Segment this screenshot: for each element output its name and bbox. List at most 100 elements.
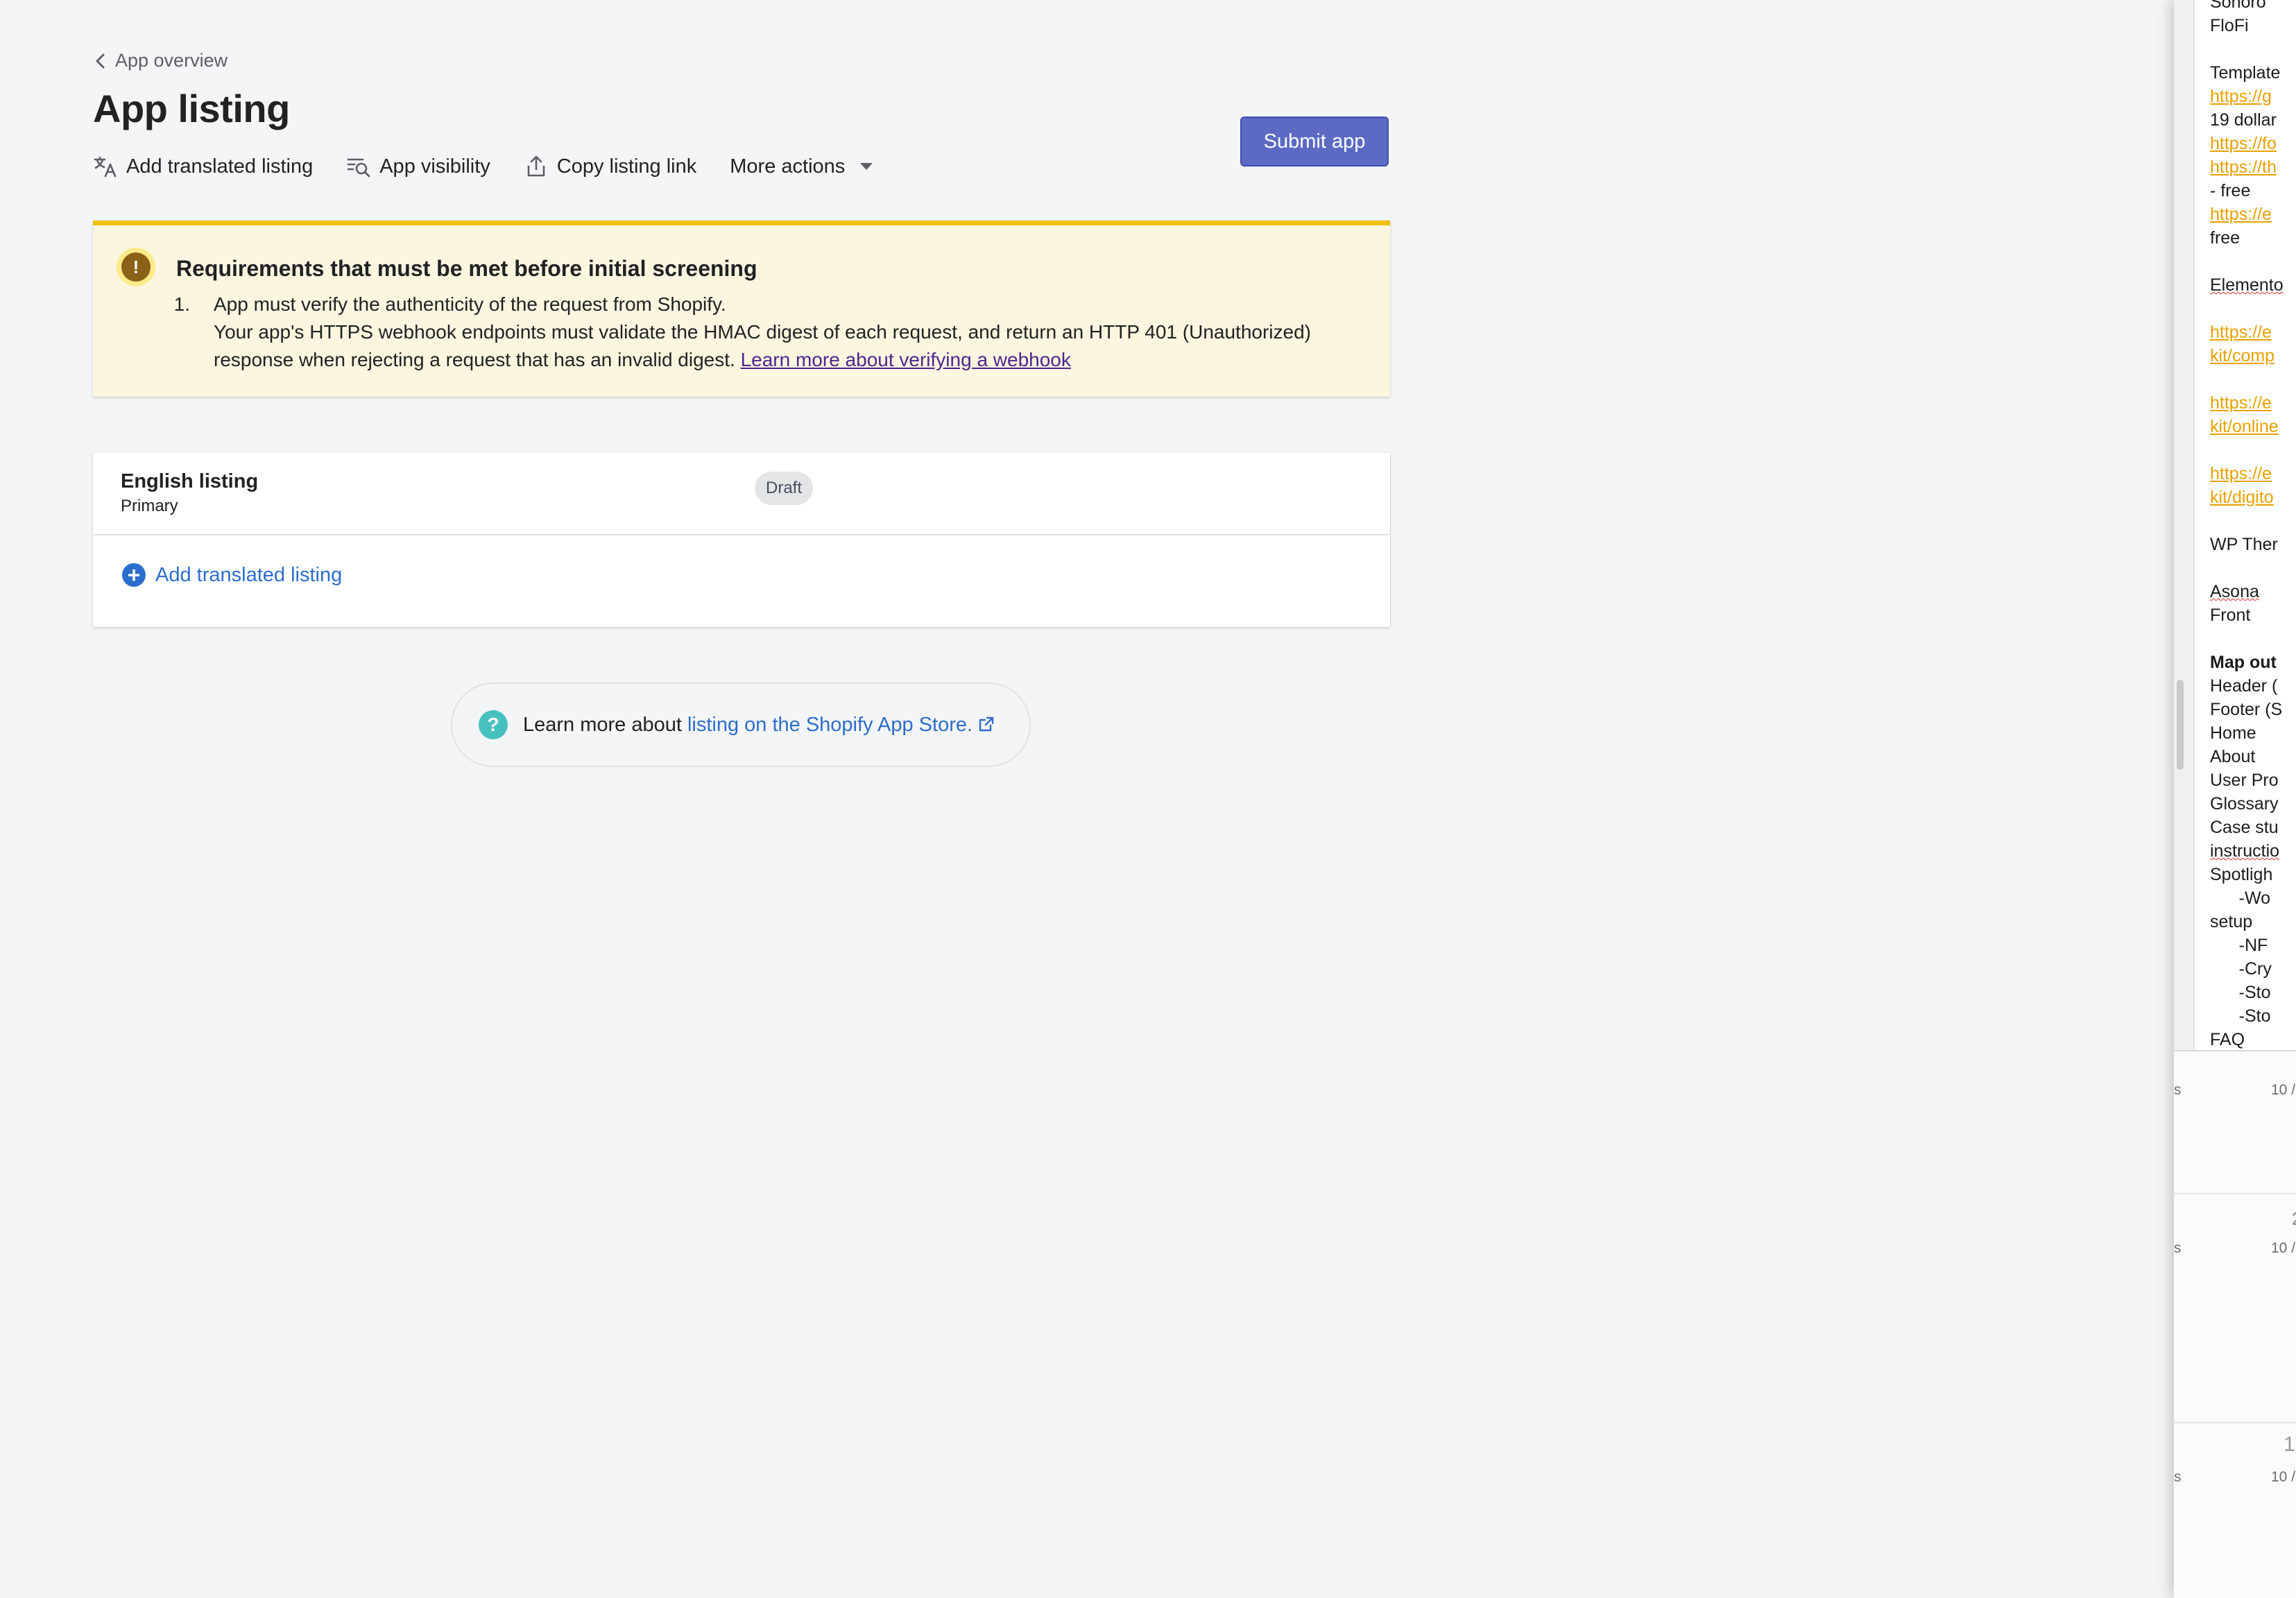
row-label: s xyxy=(2174,1082,2182,1098)
add-translated-listing-label: Add translated listing xyxy=(126,155,314,178)
help-footer: ? Learn more about listing on the Shopif… xyxy=(451,682,1031,767)
document-line: Map out xyxy=(2210,653,2277,672)
app-visibility-label: App visibility xyxy=(379,155,490,178)
document-line: WP Ther xyxy=(2210,535,2278,554)
listings-card: English listing Primary Draft + Add tran… xyxy=(93,452,1390,627)
page-title: App listing xyxy=(93,87,290,130)
english-listing-row[interactable]: English listing Primary Draft xyxy=(93,452,1390,535)
document-line: https://e xyxy=(2210,205,2272,224)
listing-subtitle: Primary xyxy=(121,497,178,515)
document-line: -Wo xyxy=(2210,888,2271,908)
document-line: https://g xyxy=(2210,87,2272,106)
document-line: Home xyxy=(2210,723,2256,743)
listing-name: English listing xyxy=(121,470,259,492)
plus-circle-icon: + xyxy=(122,563,146,587)
document-line: Elemento xyxy=(2210,275,2284,295)
document-line: About xyxy=(2210,747,2256,766)
app-store-listing-link[interactable]: listing on the Shopify App Store. xyxy=(687,714,995,737)
document-line xyxy=(2210,509,2296,533)
row-label: s xyxy=(2174,1469,2182,1485)
requirement-number: 1. xyxy=(173,293,190,315)
question-icon: ? xyxy=(479,710,508,739)
document-line: Template xyxy=(2210,63,2281,83)
document-line xyxy=(2210,438,2296,462)
document-line: setup xyxy=(2210,912,2253,931)
breadcrumb-label: App overview xyxy=(115,50,228,71)
row-divider xyxy=(2174,1193,2296,1194)
document-line: Spotligh xyxy=(2210,865,2273,884)
chevron-left-icon xyxy=(96,53,105,68)
page-actions: Add translated listing App visibility Co… xyxy=(93,154,873,179)
row-label: s xyxy=(2174,1240,2182,1256)
document-line: kit/comp xyxy=(2210,346,2275,366)
document-line: kit/digito xyxy=(2210,488,2274,507)
document-line: https://fo xyxy=(2210,134,2277,153)
document-pane: Sonoro FloFi Template https://g 19 dollar htt… xyxy=(2174,0,2296,1051)
document-line: -NF xyxy=(2210,936,2268,955)
row-date: 10 / xyxy=(2271,1082,2296,1098)
document-line: - free xyxy=(2210,181,2251,200)
document-line: https://e xyxy=(2210,464,2272,483)
row-number: 1( xyxy=(2284,1433,2296,1456)
alert-icon: ! xyxy=(117,248,155,286)
document-line: Glossary xyxy=(2210,794,2279,814)
document-line: free xyxy=(2210,228,2241,248)
document-line xyxy=(2210,627,2296,651)
banner-title: Requirements that must be met before ini… xyxy=(176,256,757,281)
caret-down-icon xyxy=(860,163,873,170)
submit-app-button[interactable]: Submit app xyxy=(1240,117,1389,166)
document-line: 19 dollar xyxy=(2210,110,2277,130)
help-prefix: Learn more about xyxy=(523,713,682,736)
document-line: https://e xyxy=(2210,393,2272,413)
add-translated-listing-link[interactable]: + Add translated listing xyxy=(122,563,342,587)
document-line: https://e xyxy=(2210,323,2272,342)
more-actions-label: More actions xyxy=(730,155,846,178)
document-line: instructio xyxy=(2210,841,2280,861)
document-line xyxy=(2210,297,2296,320)
requirements-banner: ! Requirements that must be met before i… xyxy=(93,221,1390,397)
row-number: 2 xyxy=(2292,1208,2296,1230)
document-line xyxy=(2210,556,2296,580)
document-gutter xyxy=(2174,0,2195,1050)
breadcrumb-app-overview[interactable]: App overview xyxy=(93,50,228,71)
document-line: https://th xyxy=(2210,157,2277,177)
help-link-label: listing on the Shopify App Store. xyxy=(687,713,973,736)
app-visibility-action[interactable]: App visibility xyxy=(346,154,490,179)
document-line xyxy=(2210,368,2296,391)
banner-requirement-item: 1. App must verify the authenticity of t… xyxy=(174,291,1428,374)
copy-listing-link-action[interactable]: Copy listing link xyxy=(524,154,696,179)
row-date: 10 / xyxy=(2271,1240,2296,1256)
more-actions-dropdown[interactable]: More actions xyxy=(730,155,873,178)
status-badge: Draft xyxy=(755,472,814,505)
document-line: Case stu xyxy=(2210,818,2279,837)
document-line: -Sto xyxy=(2210,1006,2271,1026)
document-line: Front xyxy=(2210,605,2251,625)
requirement-heading: App must verify the authenticity of the … xyxy=(214,293,726,315)
add-translated-listing-action[interactable]: Add translated listing xyxy=(93,154,313,179)
document-line: -Sto xyxy=(2210,983,2271,1002)
document-line: -Cry xyxy=(2210,959,2272,979)
add-translated-listing-link-label: Add translated listing xyxy=(155,563,343,586)
overlapping-document-window: Sonoro FloFi Template https://g 19 dollar htt… xyxy=(2174,0,2296,1598)
document-scrollbar[interactable] xyxy=(2177,680,2184,770)
document-line: kit/online xyxy=(2210,417,2279,436)
document-line xyxy=(2210,37,2296,61)
document-line: Header ( xyxy=(2210,676,2278,696)
app-listing-page: App overview App listing Add translated … xyxy=(0,0,2174,1598)
document-line: Footer (S xyxy=(2210,700,2283,719)
verify-webhook-link[interactable]: Learn more about verifying a webhook xyxy=(741,349,1071,370)
copy-listing-link-label: Copy listing link xyxy=(556,155,697,178)
document-line xyxy=(2210,250,2296,273)
document-text[interactable]: Sonoro FloFi Template https://g 19 dollar htt… xyxy=(2210,0,2296,1051)
document-line: Sonoro xyxy=(2210,0,2266,12)
view-search-icon xyxy=(347,158,370,178)
translate-icon xyxy=(94,156,117,178)
share-upload-icon xyxy=(527,155,545,177)
document-line: FloFi xyxy=(2210,16,2249,35)
external-link-icon xyxy=(979,716,994,731)
document-line: Asona xyxy=(2210,582,2259,601)
row-date: 10 / xyxy=(2271,1469,2296,1485)
document-line: User Pro xyxy=(2210,771,2279,790)
document-line: FAQ xyxy=(2210,1030,2245,1049)
row-divider xyxy=(2174,1422,2296,1423)
